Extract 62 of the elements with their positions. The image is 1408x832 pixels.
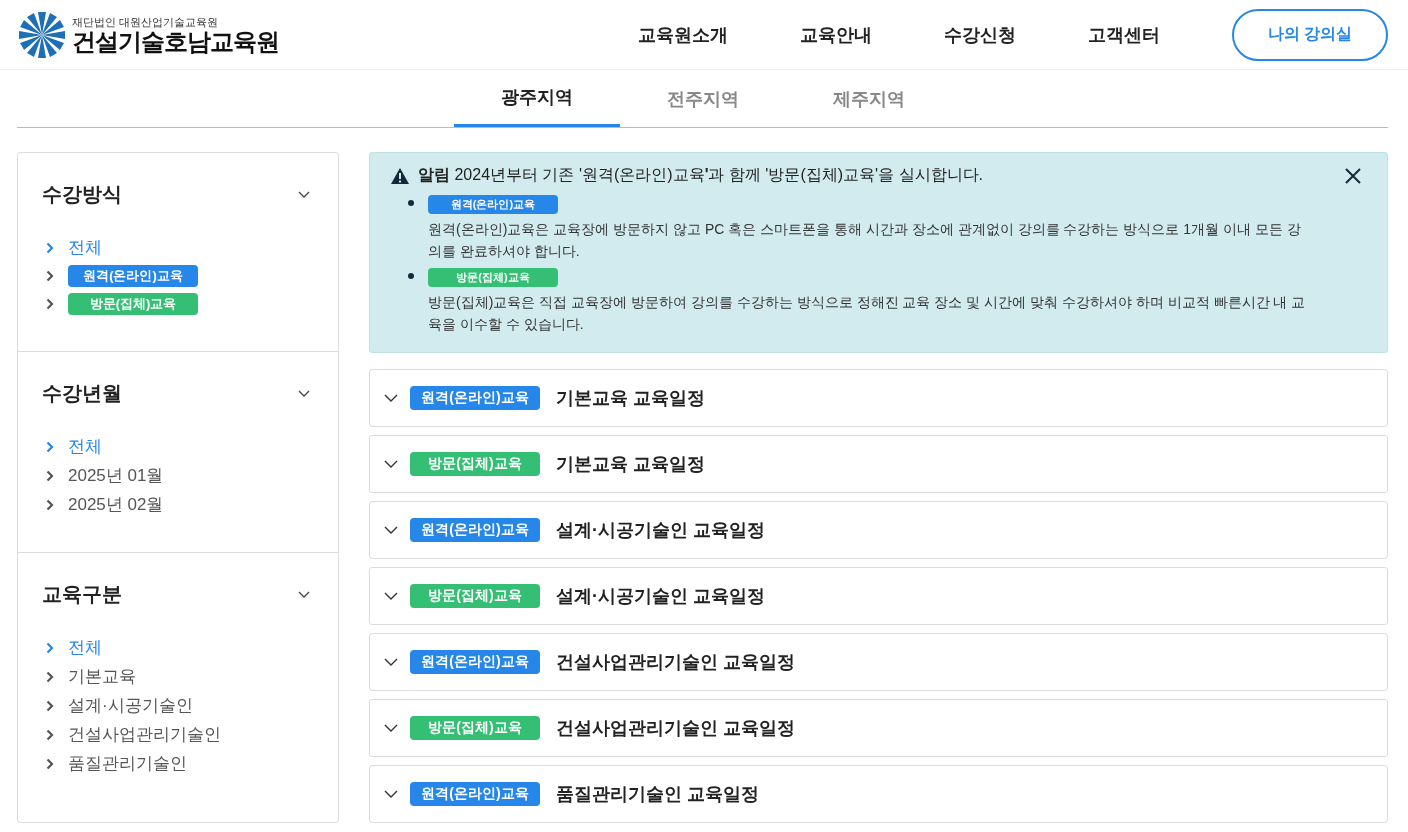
chevron-down-icon (384, 789, 398, 798)
filter-link[interactable]: 전체 (68, 435, 102, 458)
nav-link[interactable]: 수강신청 (944, 22, 1016, 47)
schedule-accordion[interactable]: 원격(온라인)교육 건설사업관리기술인 교육일정 (369, 632, 1388, 691)
education-tag: 원격(온라인)교육 (410, 649, 540, 674)
nav-link[interactable]: 고객센터 (1088, 22, 1160, 47)
filter-link[interactable]: 전체 (68, 636, 102, 659)
schedule-title: 기본교육 교육일정 (556, 386, 705, 410)
region-tab[interactable]: 제주지역 (785, 70, 952, 127)
filter-link[interactable]: 전체 (68, 236, 102, 259)
chevron-down-icon (384, 657, 398, 666)
region-tab[interactable]: 광주지역 (453, 70, 620, 127)
chevron-down-icon (384, 723, 398, 732)
filter-link[interactable]: 품질관리기술인 (68, 752, 187, 775)
schedule-accordion[interactable]: 원격(온라인)교육 기본교육 교육일정 (369, 368, 1388, 427)
filter-tag[interactable]: 원격(온라인)교육 (68, 265, 198, 287)
filter-link[interactable]: 2025년 01월 (68, 464, 164, 487)
schedule-accordion[interactable]: 방문(집체)교육 기본교육 교육일정 (369, 434, 1388, 493)
nav-link[interactable]: 교육안내 (800, 22, 872, 47)
logo-title: 건설기술호남교육원 (72, 30, 279, 54)
education-tag: 방문(집체)교육 (428, 267, 558, 287)
notice-description: 방문(집체)교육은 직접 교육장에 방문하여 강의를 수강하는 방식으로 정해진 교육 장소 및 시간에 맞춰 수강하셔야 하며 비교적 빠른시간 내 교육을 이수할 수 있습니다. (428, 292, 1307, 335)
education-tag: 방문(집체)교육 (410, 583, 540, 608)
chevron-down-icon[interactable] (298, 389, 310, 398)
chevron-down-icon (384, 525, 398, 534)
education-tag: 방문(집체)교육 (410, 451, 540, 476)
education-tag: 원격(온라인)교육 (410, 385, 540, 410)
education-tag: 원격(온라인)교육 (410, 517, 540, 542)
schedule-title: 품질관리기술인 교육일정 (556, 782, 759, 806)
schedule-accordion[interactable]: 방문(집체)교육 건설사업관리기술인 교육일정 (369, 698, 1388, 757)
chevron-down-icon (384, 393, 398, 402)
filter-link[interactable]: 기본교육 (68, 665, 136, 688)
notice-text: 알림 2024년부터 기존 '원격(온라인)교육'과 함께 '방문(집체)교육'을 실시합니다. (418, 165, 984, 185)
logo-icon (16, 9, 68, 60)
chevron-down-icon[interactable] (298, 590, 310, 599)
chevron-down-icon[interactable] (298, 190, 310, 199)
schedule-title: 설계·시공기술인 교육일정 (556, 518, 765, 542)
schedule-accordion[interactable]: 원격(온라인)교육 설계·시공기술인 교육일정 (369, 500, 1388, 559)
chevron-down-icon (384, 591, 398, 600)
logo-subtitle: 재단법인 대원산업기술교육원 (72, 15, 220, 30)
schedule-title: 건설사업관리기술인 교육일정 (556, 716, 795, 740)
education-tag: 원격(온라인)교육 (410, 781, 540, 806)
schedule-title: 기본교육 교육일정 (556, 452, 705, 476)
filter-link[interactable]: 설계·시공기술인 (68, 694, 193, 717)
filter-title: 수강방식 (42, 182, 122, 207)
schedule-accordion[interactable]: 방문(집체)교육 설계·시공기술인 교육일정 (369, 566, 1388, 625)
region-tab[interactable]: 전주지역 (619, 70, 786, 127)
chevron-down-icon (384, 459, 398, 468)
schedule-accordion[interactable]: 원격(온라인)교육 품질관리기술인 교육일정 (369, 764, 1388, 823)
my-classroom-button[interactable]: 나의 강의실 (1232, 8, 1388, 61)
nav-link[interactable]: 교육원소개 (638, 22, 728, 47)
schedule-title: 건설사업관리기술인 교육일정 (556, 650, 795, 674)
warning-icon (390, 166, 410, 185)
filter-title: 교육구분 (42, 582, 122, 607)
filter-link[interactable]: 건설사업관리기술인 (68, 723, 221, 746)
filter-link[interactable]: 2025년 02월 (68, 493, 164, 516)
close-icon[interactable] (1345, 167, 1361, 184)
filter-title: 수강년월 (42, 381, 122, 406)
education-tag: 방문(집체)교육 (410, 715, 540, 740)
schedule-title: 설계·시공기술인 교육일정 (556, 584, 765, 608)
education-tag: 원격(온라인)교육 (428, 195, 558, 214)
notice-description: 원격(온라인)교육은 교육장에 방문하지 않고 PC 혹은 스마트폰을 통해 시간과 장소에 관계없이 강의를 수강하는 방식으로 1개월 이내 모든 강의를 완료하셔야 합니다. (428, 220, 1302, 262)
